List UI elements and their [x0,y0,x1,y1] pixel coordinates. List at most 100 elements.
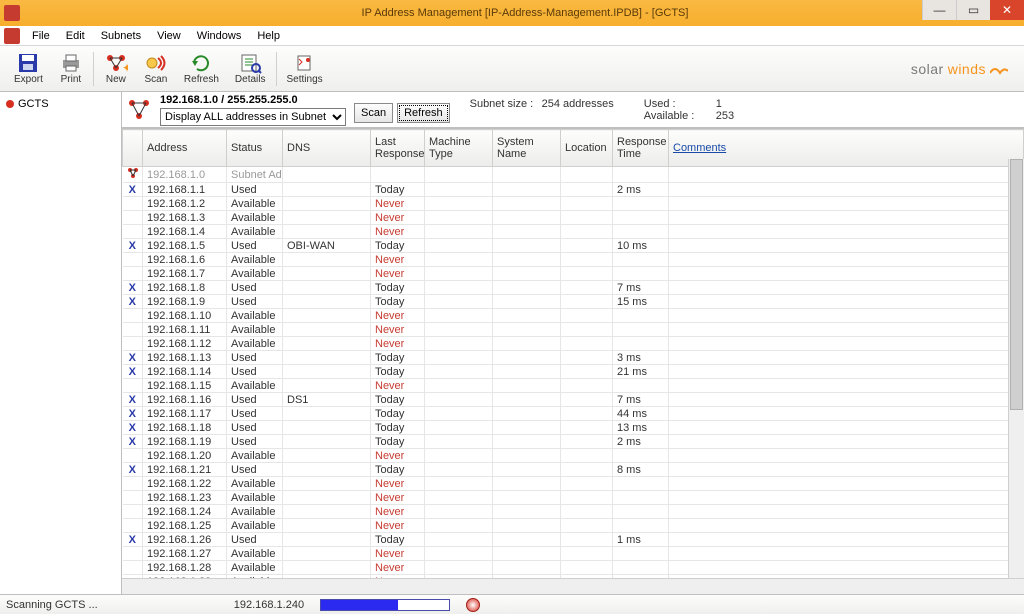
cell-location [561,365,613,379]
cell-flag [123,323,143,337]
col-flag[interactable] [123,130,143,167]
table-row[interactable]: 192.168.1.4AvailableNever [123,225,1024,239]
cell-dns [283,183,371,197]
toolbar-export[interactable]: Export [6,50,51,87]
toolbar-scan[interactable]: Scan [136,50,176,87]
table-row[interactable]: X192.168.1.13UsedToday3 ms [123,351,1024,365]
toolbar-settings[interactable]: Settings [279,50,331,87]
toolbar-details[interactable]: Details [227,50,274,87]
cell-dns [283,253,371,267]
cell-dns [283,281,371,295]
menu-view[interactable]: View [149,28,189,44]
cell-system-name [493,365,561,379]
cell-response-time [613,309,669,323]
table-row[interactable]: 192.168.1.0Subnet Address [123,167,1024,183]
table-row[interactable]: X192.168.1.19UsedToday2 ms [123,435,1024,449]
cell-comments [669,449,1024,463]
table-row[interactable]: X192.168.1.8UsedToday7 ms [123,281,1024,295]
address-filter-select[interactable]: Display ALL addresses in Subnet [160,108,346,126]
table-row[interactable]: 192.168.1.22AvailableNever [123,477,1024,491]
scrollbar-thumb[interactable] [1010,159,1023,410]
table-row[interactable]: 192.168.1.3AvailableNever [123,211,1024,225]
menu-help[interactable]: Help [249,28,288,44]
close-button[interactable]: ✕ [990,0,1024,20]
table-row[interactable]: 192.168.1.11AvailableNever [123,323,1024,337]
toolbar-print[interactable]: Print [51,50,91,87]
table-row[interactable]: 192.168.1.27AvailableNever [123,547,1024,561]
toolbar-refresh[interactable]: Refresh [176,50,227,87]
table-row[interactable]: X192.168.1.5UsedOBI-WANToday10 ms [123,239,1024,253]
col-response-time[interactable]: Response Time [613,130,669,167]
cell-location [561,505,613,519]
col-machine-type[interactable]: Machine Type [425,130,493,167]
table-row[interactable]: 192.168.1.24AvailableNever [123,505,1024,519]
col-last-response[interactable]: Last Response [371,130,425,167]
menu-file[interactable]: File [24,28,58,44]
table-row[interactable]: 192.168.1.12AvailableNever [123,337,1024,351]
table-row[interactable]: X192.168.1.17UsedToday44 ms [123,407,1024,421]
table-row[interactable]: 192.168.1.25AvailableNever [123,519,1024,533]
cell-comments [669,253,1024,267]
col-location[interactable]: Location [561,130,613,167]
refresh-button[interactable]: Refresh [397,103,450,123]
table-row[interactable]: X192.168.1.26UsedToday1 ms [123,533,1024,547]
minimize-button[interactable]: — [922,0,956,20]
cell-machine-type [425,351,493,365]
tree-pane[interactable]: GCTS [0,92,122,594]
col-address[interactable]: Address [143,130,227,167]
col-dns[interactable]: DNS [283,130,371,167]
cell-flag [123,379,143,393]
cell-address: 192.168.1.11 [143,323,227,337]
table-row[interactable]: 192.168.1.28AvailableNever [123,561,1024,575]
cell-response-time [613,519,669,533]
toolbar-separator [93,52,94,86]
table-row[interactable]: X192.168.1.9UsedToday15 ms [123,295,1024,309]
table-row[interactable]: X192.168.1.21UsedToday8 ms [123,463,1024,477]
cell-status: Used [227,435,283,449]
col-comments[interactable]: Comments [669,130,1024,167]
col-system-name[interactable]: System Name [493,130,561,167]
toolbar-new[interactable]: ✦ New [96,50,136,87]
cell-response-time [613,337,669,351]
toolbar-settings-label: Settings [287,74,323,85]
cell-machine-type [425,365,493,379]
address-grid[interactable]: Address Status DNS Last Response Machine… [122,128,1024,578]
table-row[interactable]: X192.168.1.14UsedToday21 ms [123,365,1024,379]
cell-system-name [493,393,561,407]
table-row[interactable]: 192.168.1.6AvailableNever [123,253,1024,267]
cell-response-time: 10 ms [613,239,669,253]
table-row[interactable]: 192.168.1.23AvailableNever [123,491,1024,505]
tree-root[interactable]: GCTS [2,96,119,112]
cell-machine-type [425,267,493,281]
table-row[interactable]: 192.168.1.2AvailableNever [123,197,1024,211]
table-row[interactable]: 192.168.1.7AvailableNever [123,267,1024,281]
cell-location [561,351,613,365]
col-status[interactable]: Status [227,130,283,167]
cell-last-response: Today [371,463,425,477]
table-row[interactable]: 192.168.1.20AvailableNever [123,449,1024,463]
cell-machine-type [425,197,493,211]
table-row[interactable]: 192.168.1.15AvailableNever [123,379,1024,393]
menu-windows[interactable]: Windows [189,28,250,44]
table-row[interactable]: 192.168.1.10AvailableNever [123,309,1024,323]
table-row[interactable]: X192.168.1.18UsedToday13 ms [123,421,1024,435]
table-row[interactable]: X192.168.1.1UsedToday2 ms [123,183,1024,197]
cell-status: Available [227,211,283,225]
scan-button[interactable]: Scan [354,103,393,123]
content-pane: 192.168.1.0 / 255.255.255.0 Display ALL … [122,92,1024,594]
cell-comments [669,197,1024,211]
menu-subnets[interactable]: Subnets [93,28,149,44]
cell-location [561,491,613,505]
table-row[interactable]: X192.168.1.16UsedDS1Today7 ms [123,393,1024,407]
cell-flag [123,491,143,505]
cell-comments [669,309,1024,323]
maximize-button[interactable]: ▭ [956,0,990,20]
cell-dns [283,379,371,393]
cell-last-response: Today [371,295,425,309]
menu-edit[interactable]: Edit [58,28,93,44]
cell-address: 192.168.1.18 [143,421,227,435]
vertical-scrollbar[interactable] [1008,159,1024,578]
cell-system-name [493,519,561,533]
horizontal-scrollbar[interactable] [122,578,1024,594]
cell-response-time [613,379,669,393]
